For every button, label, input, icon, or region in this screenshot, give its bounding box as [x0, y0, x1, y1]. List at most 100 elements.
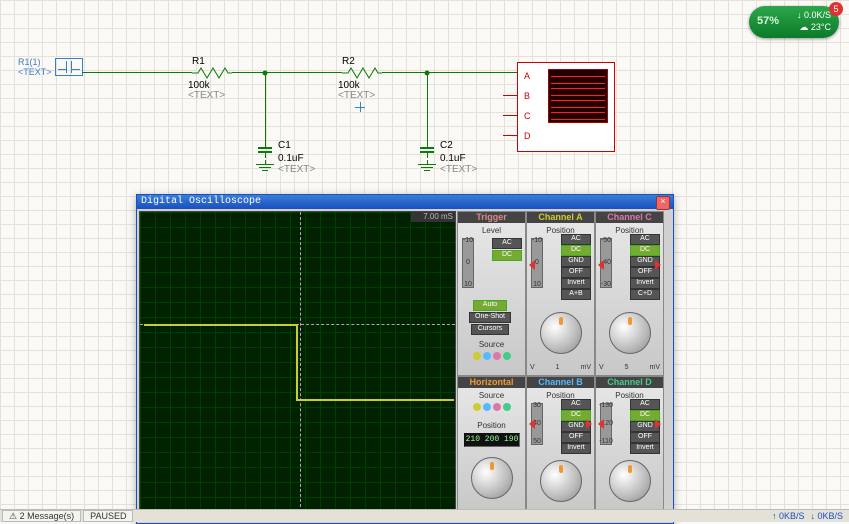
horizontal-knob[interactable] [471, 457, 513, 499]
ch-a-off-button[interactable]: OFF [561, 267, 591, 278]
arrow-left-icon[interactable] [529, 260, 535, 270]
arrow-left-icon[interactable] [598, 419, 604, 429]
wire [427, 72, 428, 142]
trigger-title: Trigger [458, 212, 525, 223]
arrow-right-icon[interactable] [655, 260, 661, 270]
oscilloscope-title: Digital Oscilloscope [141, 196, 261, 207]
ch-d-off-button[interactable]: OFF [630, 432, 660, 443]
c2-name: C2 [440, 140, 453, 151]
channel-a-knob[interactable] [540, 312, 582, 354]
channel-c-title: Channel C [596, 212, 663, 223]
junction-node [263, 71, 268, 76]
wire [232, 72, 342, 73]
arrow-left-icon[interactable] [529, 419, 535, 429]
close-button[interactable]: × [656, 196, 670, 210]
trigger-source-row[interactable] [458, 352, 525, 360]
ch-c-cplusd-button[interactable]: C+D [630, 289, 660, 300]
arrow-left-icon[interactable] [598, 260, 604, 270]
ch-d-ac-button[interactable]: AC [630, 399, 660, 410]
channel-b-title: Channel B [527, 377, 594, 388]
resistor-r2[interactable] [342, 67, 382, 79]
c1-placeholder: <TEXT> [278, 164, 315, 175]
source-placeholder: <TEXT> [18, 67, 52, 77]
ch-a-dc-button[interactable]: DC [561, 245, 591, 256]
junction-node [425, 71, 430, 76]
trigger-source-label: Source [458, 340, 525, 349]
pin-b-label: B [524, 91, 530, 101]
horizontal-pos-readout: 210 200 190 [464, 433, 520, 447]
oscilloscope-titlebar[interactable]: Digital Oscilloscope × [137, 195, 673, 209]
arrow-right-icon[interactable] [655, 419, 661, 429]
instrument-mini-screen [548, 69, 608, 123]
oscilloscope-window[interactable]: Digital Oscilloscope × 7.00 mS Trigger L… [136, 194, 674, 524]
trace-channel-a [296, 324, 298, 400]
channel-b-panel[interactable]: Channel B Position 30 40 50 AC DC GND OF… [526, 376, 595, 512]
time-readout: 7.00 mS [423, 212, 453, 221]
ground-icon [256, 160, 274, 172]
pulse-source-icon[interactable] [55, 58, 83, 76]
widget-temp: ☁ 23°C [799, 22, 831, 33]
widget-percent: 57% [757, 15, 779, 27]
r2-name: R2 [342, 56, 355, 67]
horizontal-panel[interactable]: Horizontal Source Position 210 200 190 [457, 376, 526, 512]
pin-d-label: D [524, 131, 531, 141]
sim-state-button[interactable]: PAUSED [83, 510, 133, 522]
channel-c-panel[interactable]: Channel C Position -50 -40 -30 AC DC GND… [595, 211, 664, 376]
wire [82, 72, 192, 73]
trigger-level-slider[interactable]: -10 0 10 [462, 238, 474, 288]
horizontal-source-row[interactable] [458, 403, 525, 411]
capacitor-c1[interactable] [258, 142, 272, 156]
system-widget[interactable]: 57% ↓ 0.0K/S ☁ 23°C 5 [749, 6, 839, 38]
trace-channel-a [144, 324, 298, 326]
c2-value: 0.1uF [440, 153, 466, 164]
trigger-dc-button[interactable]: DC [492, 250, 522, 261]
messages-button[interactable]: ⚠ 2 Message(s) [2, 510, 81, 522]
trigger-panel[interactable]: Trigger Level -10 0 10 AC DC Auto One-Sh… [457, 211, 526, 376]
trigger-ac-button[interactable]: AC [492, 238, 522, 249]
ch-a-ac-button[interactable]: AC [561, 234, 591, 245]
trigger-oneshot-button[interactable]: One-Shot [469, 312, 511, 323]
channel-a-panel[interactable]: Channel A Position -10 0 10 AC DC GND OF… [526, 211, 595, 376]
cursor-crosshair-icon [355, 102, 365, 112]
ch-b-off-button[interactable]: OFF [561, 432, 591, 443]
ch-c-invert-button[interactable]: Invert [630, 278, 660, 289]
trigger-cursors-button[interactable]: Cursors [471, 324, 509, 335]
pin-c-label: C [524, 111, 531, 121]
ch-b-ac-button[interactable]: AC [561, 399, 591, 410]
oscilloscope-screen[interactable]: 7.00 mS [139, 211, 456, 513]
ground-icon [418, 160, 436, 172]
level-label: Level [458, 226, 525, 235]
trigger-auto-button[interactable]: Auto [473, 300, 507, 311]
capacitor-c2[interactable] [420, 142, 434, 156]
channel-b-knob[interactable] [540, 460, 582, 502]
pin-stub [503, 115, 518, 116]
pin-stub [503, 95, 518, 96]
ch-d-invert-button[interactable]: Invert [630, 443, 660, 454]
r1-placeholder: <TEXT> [188, 90, 225, 101]
pin-stub [503, 135, 518, 136]
c2-placeholder: <TEXT> [440, 164, 477, 175]
net-up: ↑ 0KB/S [772, 511, 805, 521]
c1-name: C1 [278, 140, 291, 151]
trace-channel-a [296, 399, 454, 401]
ch-c-dc-button[interactable]: DC [630, 245, 660, 256]
r1-name: R1 [192, 56, 205, 67]
widget-badge: 5 [829, 2, 843, 16]
ch-b-invert-button[interactable]: Invert [561, 443, 591, 454]
channel-d-title: Channel D [596, 377, 663, 388]
ch-a-gnd-button[interactable]: GND [561, 256, 591, 267]
horizontal-source-label: Source [458, 391, 525, 400]
resistor-r1[interactable] [192, 67, 232, 79]
status-bar: ⚠ 2 Message(s) PAUSED ↑ 0KB/S ↓ 0KB/S [0, 509, 849, 522]
oscilloscope-instrument[interactable]: A B C D [517, 62, 615, 152]
ch-a-invert-button[interactable]: Invert [561, 278, 591, 289]
horizontal-title: Horizontal [458, 377, 525, 388]
ch-a-aplusb-button[interactable]: A+B [561, 289, 591, 300]
channel-d-knob[interactable] [609, 460, 651, 502]
cursor-vertical[interactable] [300, 212, 301, 512]
channel-d-panel[interactable]: Channel D Position -130 -120 -110 AC DC … [595, 376, 664, 512]
pin-a-label: A [524, 71, 530, 81]
channel-c-knob[interactable] [609, 312, 651, 354]
source-label: R1(1) [18, 57, 41, 67]
ch-c-ac-button[interactable]: AC [630, 234, 660, 245]
